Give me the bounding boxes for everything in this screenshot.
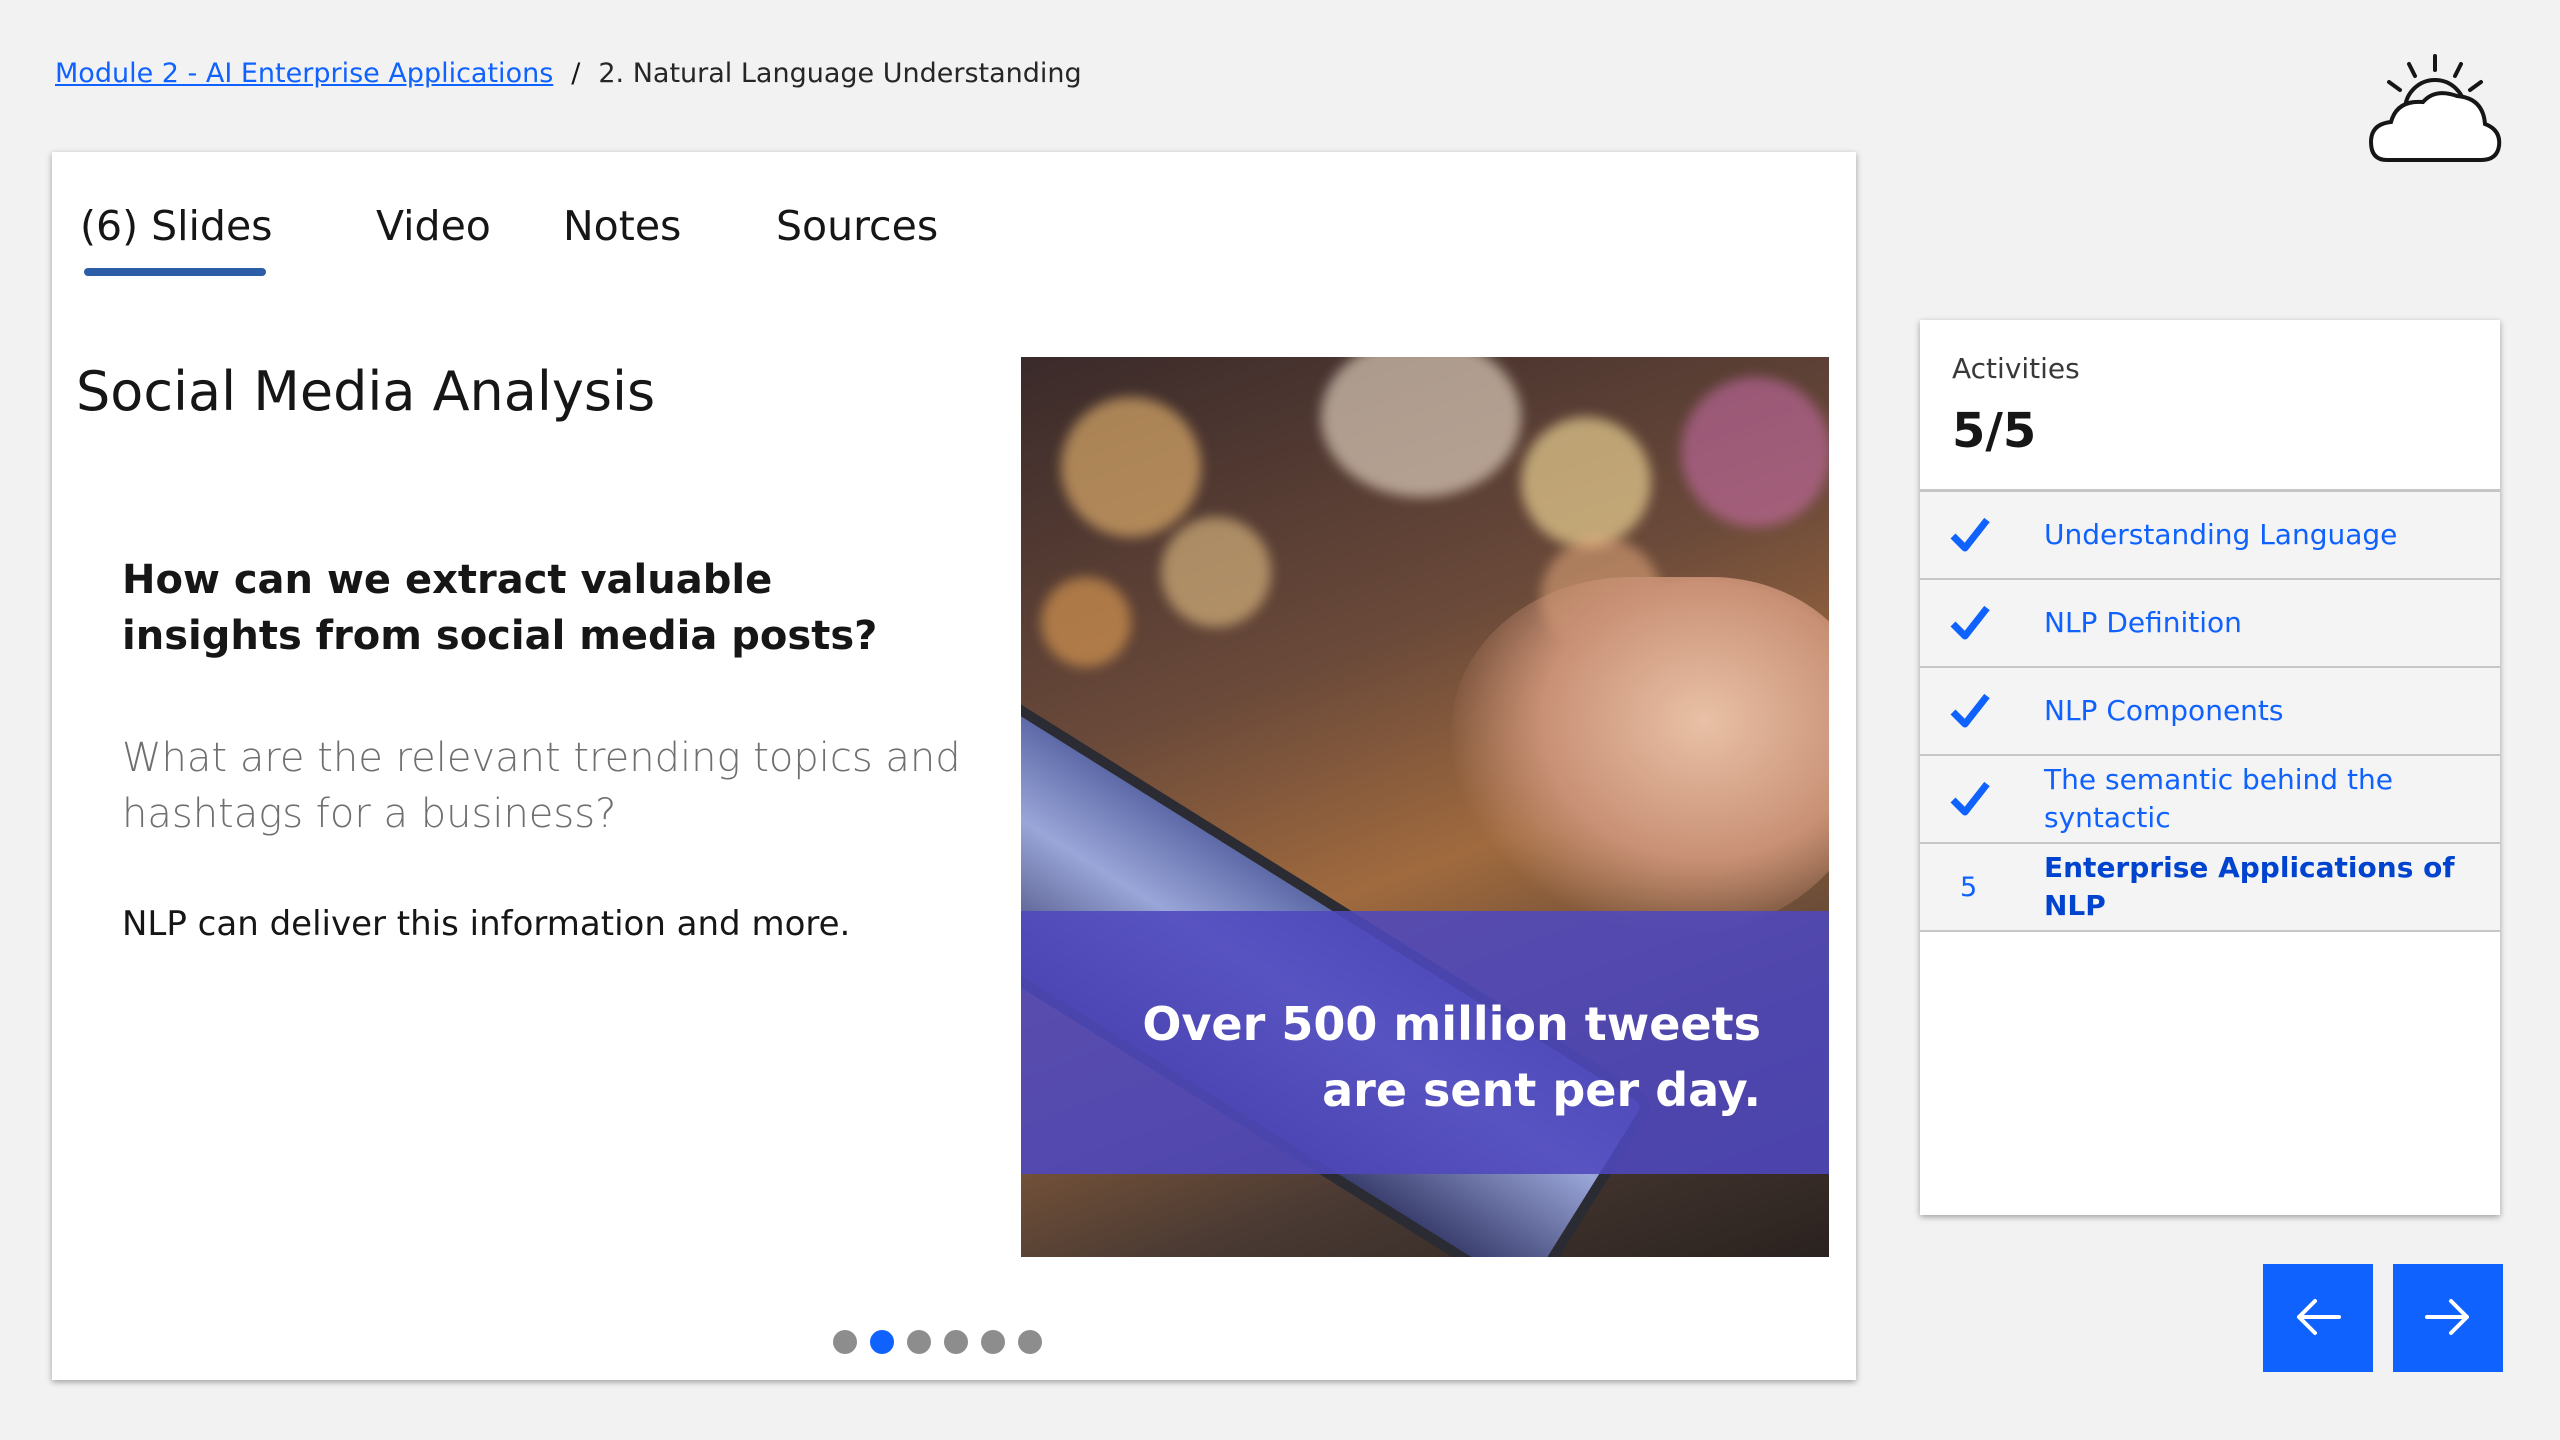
slide-dot-5[interactable] (981, 1330, 1005, 1354)
slide-statement: NLP can deliver this information and mor… (122, 904, 851, 944)
activity-label: Understanding Language (2044, 518, 2398, 551)
cloud-sun-logo-icon (2365, 50, 2505, 170)
activity-label: NLP Components (2044, 694, 2284, 727)
checkmark-icon (1920, 779, 2044, 819)
activity-item-semantic-behind-syntactic[interactable]: The semantic behind the syntactic (1920, 756, 2500, 844)
slide-question: How can we extract valuable insights fro… (122, 557, 878, 659)
activity-label: The semantic behind the syntactic (2044, 763, 2393, 834)
image-caption: Over 500 million tweets are sent per day… (1142, 997, 1761, 1117)
activity-label: Enterprise Applications of NLP (2044, 851, 2455, 922)
breadcrumb-current: 2. Natural Language Understanding (598, 58, 1082, 89)
image-caption-overlay: Over 500 million tweets are sent per day… (1021, 911, 1829, 1174)
slide-dot-3[interactable] (907, 1330, 931, 1354)
hand-shape (1451, 577, 1829, 937)
activities-count: 5/5 (1952, 403, 2037, 459)
slide-dot-6[interactable] (1018, 1330, 1042, 1354)
content-card: (6) Slides Video Notes Sources Social Me… (52, 152, 1856, 1380)
activity-item-understanding-language[interactable]: Understanding Language (1920, 492, 2500, 580)
arrow-right-icon (2423, 1297, 2473, 1340)
arrow-left-icon (2293, 1297, 2343, 1340)
tab-bar: (6) Slides Video Notes Sources (76, 202, 976, 276)
checkmark-icon (1920, 691, 2044, 731)
slide-dot-4[interactable] (944, 1330, 968, 1354)
activity-number: 5 (1960, 871, 1978, 903)
activity-label: NLP Definition (2044, 606, 2242, 639)
breadcrumb-separator: / (571, 58, 581, 89)
slide-pagination (833, 1330, 1042, 1354)
checkmark-icon (1920, 603, 2044, 643)
activity-item-nlp-definition[interactable]: NLP Definition (1920, 580, 2500, 668)
activity-item-enterprise-applications[interactable]: 5 Enterprise Applications of NLP (1920, 844, 2500, 932)
activities-header: Activities 5/5 (1920, 320, 2500, 492)
slide-title: Social Media Analysis (76, 360, 656, 423)
previous-button[interactable] (2263, 1264, 2373, 1372)
tab-sources[interactable]: Sources (756, 202, 976, 276)
tab-slides[interactable]: (6) Slides (76, 202, 346, 276)
slide-dot-2[interactable] (870, 1330, 894, 1354)
breadcrumb: Module 2 - AI Enterprise Applications / … (55, 58, 1082, 89)
next-button[interactable] (2393, 1264, 2503, 1372)
activity-item-nlp-components[interactable]: NLP Components (1920, 668, 2500, 756)
activities-list: Understanding Language NLP Definition NL… (1920, 492, 2500, 932)
slide-image: Over 500 million tweets are sent per day… (1021, 357, 1829, 1257)
checkmark-icon (1920, 515, 2044, 555)
activities-label: Activities (1952, 352, 2080, 385)
activities-panel: Activities 5/5 Understanding Language NL… (1920, 320, 2500, 1215)
tab-notes[interactable]: Notes (541, 202, 756, 276)
slide-dot-1[interactable] (833, 1330, 857, 1354)
slide-subquestion: What are the relevant trending topics an… (122, 735, 961, 837)
breadcrumb-module-link[interactable]: Module 2 - AI Enterprise Applications (55, 58, 553, 89)
tab-video[interactable]: Video (346, 202, 541, 276)
